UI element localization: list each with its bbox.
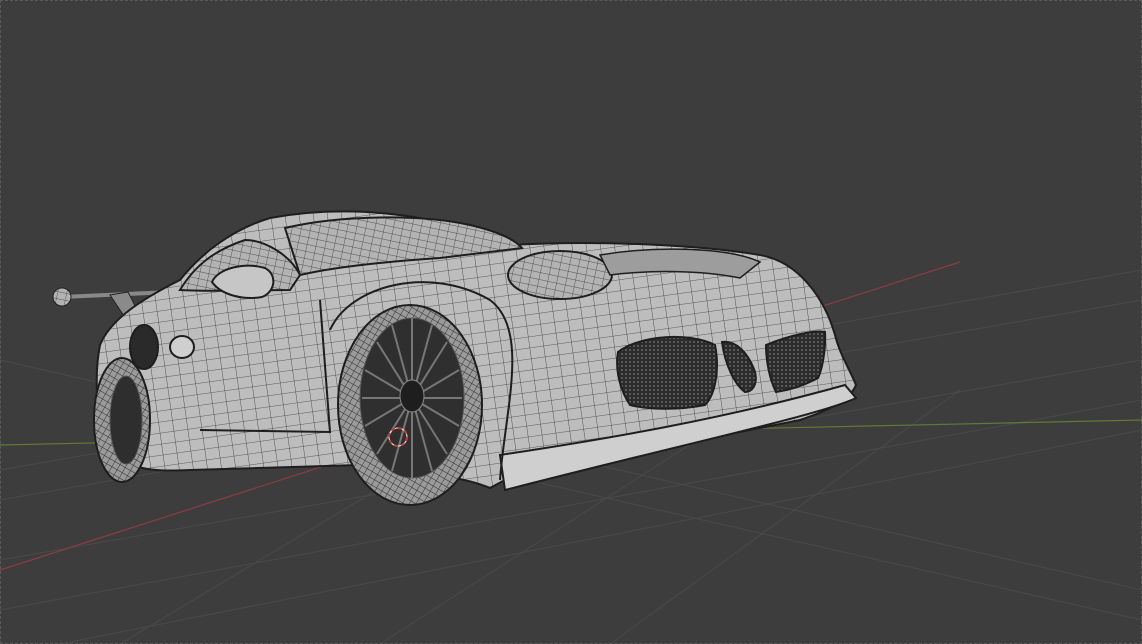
front-grille-left [616,336,718,410]
fuel-cap [169,335,195,359]
front-wheel [337,304,483,506]
car-mesh[interactable] [52,210,858,506]
headlight [507,250,613,300]
viewport-canvas[interactable] [0,0,1142,644]
3d-viewport[interactable] [0,0,1142,644]
side-intake [129,324,159,370]
rear-wheel [93,357,151,483]
